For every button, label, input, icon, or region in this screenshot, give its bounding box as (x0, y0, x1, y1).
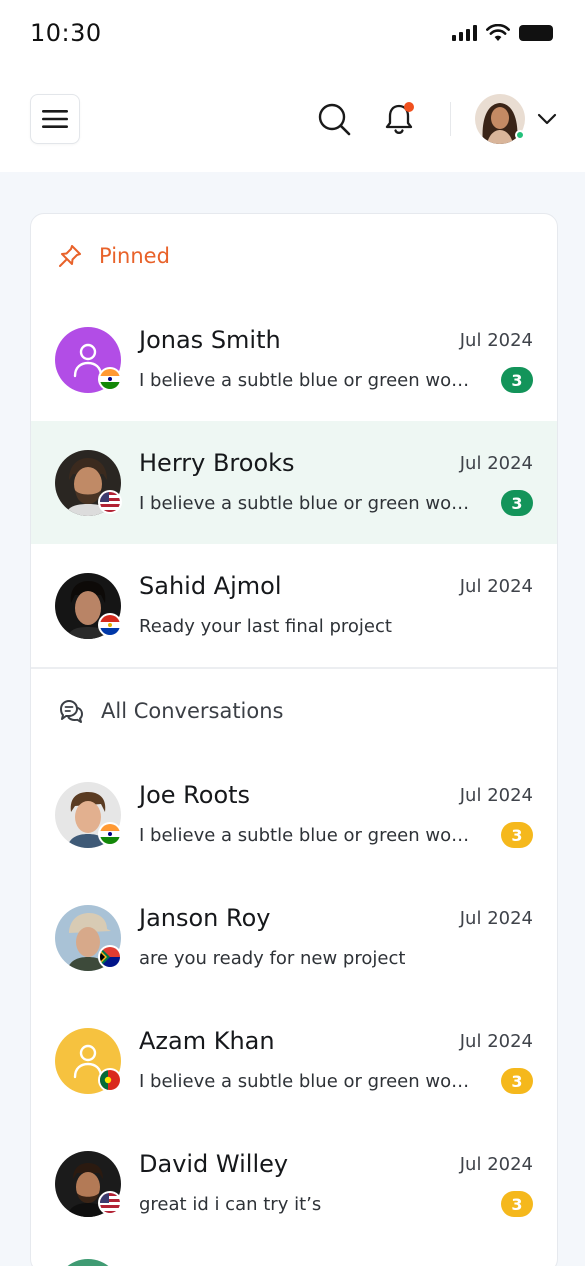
portugal-flag-icon (98, 1067, 122, 1092)
search-icon (318, 103, 351, 136)
india-flag-icon (98, 366, 122, 391)
search-button[interactable] (314, 99, 354, 139)
notification-button[interactable] (380, 99, 420, 139)
message-preview: Ready your last final project (139, 615, 392, 637)
avatar (55, 781, 122, 848)
paraguay-flag-icon (98, 612, 122, 637)
contact-name: Joe Roots (139, 781, 251, 809)
message-preview: great id i can try it’s (139, 1193, 322, 1215)
unread-badge: 3 (501, 1191, 533, 1217)
menu-button[interactable] (30, 94, 80, 144)
conversation-row-partial[interactable] (31, 1245, 557, 1266)
profile-avatar[interactable] (475, 94, 525, 144)
india-flag-icon (98, 821, 122, 846)
usa-flag-icon (98, 1190, 122, 1215)
contact-name: Janson Roy (139, 904, 271, 932)
pinned-title: Pinned (99, 244, 170, 268)
south-africa-flag-icon (98, 944, 122, 969)
unread-badge: 3 (501, 490, 533, 516)
message-date: Jul 2024 (459, 575, 533, 597)
message-date: Jul 2024 (459, 784, 533, 806)
all-conversations-header: All Conversations (31, 669, 557, 753)
contact-name: Jonas Smith (139, 326, 281, 354)
status-bar: 10:30 (0, 0, 585, 66)
chat-icon (60, 700, 83, 723)
message-preview: I believe a subtle blue or green woul... (139, 1070, 479, 1092)
message-preview: are you ready for new project (139, 947, 406, 969)
conversation-row-sahid-ajmol[interactable]: Sahid Ajmol Jul 2024 Ready your last fin… (31, 544, 557, 667)
pin-icon (59, 245, 81, 267)
avatar (55, 326, 122, 393)
wifi-icon (486, 24, 510, 41)
conversation-row-jonas-smith[interactable]: Jonas Smith Jul 2024 I believe a subtle … (31, 298, 557, 421)
conversation-row-azam-khan[interactable]: Azam Khan Jul 2024 I believe a subtle bl… (31, 999, 557, 1122)
message-preview: I believe a subtle blue or green woul... (139, 492, 479, 514)
contact-name: David Willey (139, 1150, 289, 1178)
avatar (55, 449, 122, 516)
message-date: Jul 2024 (459, 1153, 533, 1175)
message-date: Jul 2024 (459, 907, 533, 929)
unread-badge: 3 (501, 1068, 533, 1094)
unread-badge: 3 (501, 367, 533, 393)
message-preview: I believe a subtle blue or green woul... (139, 824, 479, 846)
contact-name: Azam Khan (139, 1027, 275, 1055)
header-divider (450, 102, 451, 136)
battery-icon (519, 25, 553, 41)
message-date: Jul 2024 (459, 452, 533, 474)
avatar (55, 904, 122, 971)
contact-name: Sahid Ajmol (139, 572, 282, 600)
conversation-row-herry-brooks[interactable]: Herry Brooks Jul 2024 I believe a subtle… (31, 421, 557, 544)
avatar (55, 572, 122, 639)
online-status-dot (515, 130, 525, 140)
message-preview: I believe a subtle blue or green woul... (139, 369, 479, 391)
app-header (0, 66, 585, 172)
usa-flag-icon (98, 489, 122, 514)
status-time: 10:30 (30, 19, 102, 47)
bell-icon (385, 102, 414, 134)
conversation-card: Pinned Jonas Smith Jul 2024 I believe a … (30, 213, 558, 1266)
pinned-section-header: Pinned (31, 214, 557, 298)
message-date: Jul 2024 (459, 1030, 533, 1052)
contact-name: Herry Brooks (139, 449, 295, 477)
chevron-down-icon[interactable] (537, 113, 557, 125)
all-conversations-title: All Conversations (101, 699, 284, 723)
avatar (55, 1027, 122, 1094)
conversation-row-joe-roots[interactable]: Joe Roots Jul 2024 I believe a subtle bl… (31, 753, 557, 876)
status-icons (452, 24, 553, 42)
conversation-row-david-willey[interactable]: David Willey Jul 2024 great id i can try… (31, 1122, 557, 1245)
hamburger-icon (42, 110, 68, 128)
unread-badge: 3 (501, 822, 533, 848)
signal-icon (452, 25, 477, 41)
message-date: Jul 2024 (459, 329, 533, 351)
avatar (55, 1259, 121, 1266)
conversation-row-janson-roy[interactable]: Janson Roy Jul 2024 are you ready for ne… (31, 876, 557, 999)
avatar (55, 1150, 122, 1217)
